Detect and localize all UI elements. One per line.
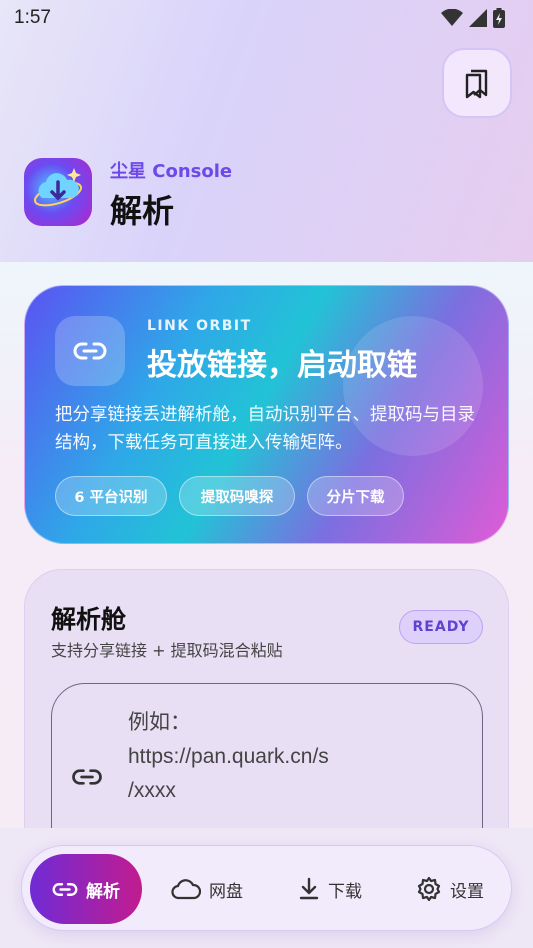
bookmarks-icon (465, 69, 488, 99)
nav-item-parse[interactable]: 解析 (30, 854, 142, 924)
nav-item-download[interactable]: 下载 (280, 854, 380, 924)
parse-card-title: 解析舱 (51, 605, 127, 634)
hero-title: 投放链接，启动取链 (147, 348, 417, 383)
link-icon (52, 882, 78, 896)
hero-description: 把分享链接丢进解析舱，自动识别平台、提取码与目录结构，下载任务可直接进入传输矩阵… (55, 405, 475, 453)
link-icon (70, 760, 104, 794)
nav-label-download: 下载 (328, 881, 362, 902)
chip-code-sniff: 提取码嗅探 (179, 476, 295, 516)
download-icon (299, 877, 319, 900)
link-icon (73, 342, 107, 360)
nav-label-parse: 解析 (86, 881, 120, 902)
app-logo (24, 158, 92, 226)
chip-chunk-download: 分片下载 (307, 476, 404, 516)
link-input-placeholder: 例如： https://pan.quark.cn/s /xxxx (128, 711, 329, 802)
brand-label: 尘星 Console (110, 161, 233, 182)
signal-icon (469, 9, 487, 27)
wifi-icon (441, 9, 463, 26)
nav-item-cloud[interactable]: 网盘 (157, 854, 257, 924)
nav-label-cloud: 网盘 (209, 881, 243, 902)
nav-item-settings[interactable]: 设置 (400, 854, 500, 924)
nav-label-settings: 设置 (450, 881, 484, 902)
hero-link-badge (55, 316, 125, 386)
page-title: 解析 (110, 192, 175, 230)
status-bar: 1:57 (0, 0, 533, 36)
parse-card-subtitle: 支持分享链接 + 提取码混合粘贴 (51, 641, 283, 660)
cloud-icon (171, 879, 201, 900)
battery-icon (493, 8, 505, 28)
gear-icon (417, 876, 441, 902)
bottom-navigation: 解析 网盘 下载 设置 (21, 845, 512, 931)
chip-platform-detect: 6 平台识别 (55, 476, 167, 516)
status-badge: READY (399, 610, 483, 644)
hero-card: LINK ORBIT 投放链接，启动取链 把分享链接丢进解析舱，自动识别平台、提… (24, 285, 509, 544)
hero-eyebrow: LINK ORBIT (147, 318, 252, 334)
bookmarks-button[interactable] (442, 48, 512, 118)
status-icons (441, 8, 505, 28)
status-time: 1:57 (14, 7, 51, 28)
